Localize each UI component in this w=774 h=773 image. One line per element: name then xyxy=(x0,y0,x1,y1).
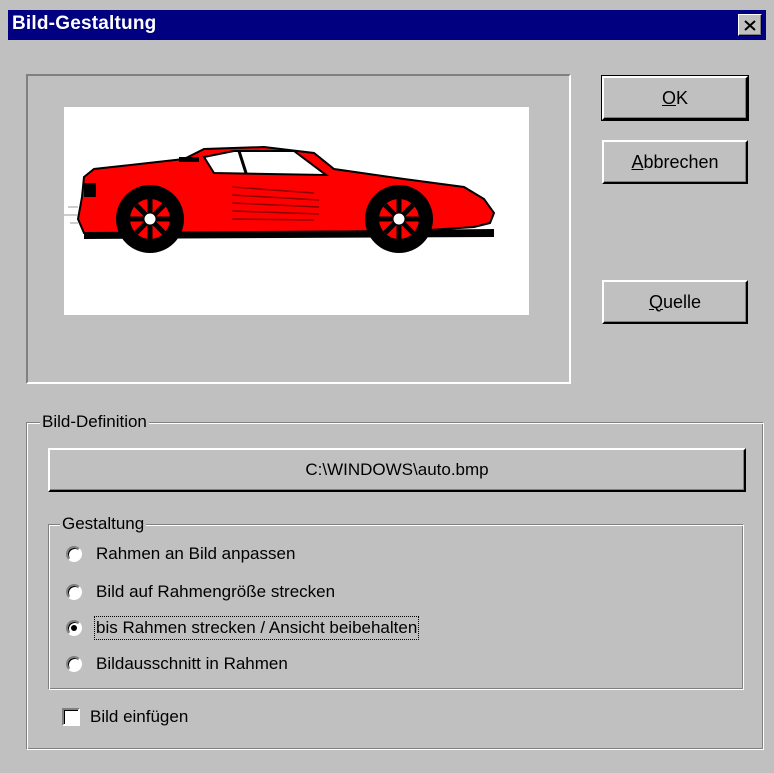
source-button[interactable]: Quelle xyxy=(602,280,748,324)
radio-option-fit-frame[interactable]: Rahmen an Bild anpassen xyxy=(66,541,295,567)
insert-image-label: Bild einfügen xyxy=(90,707,189,726)
radio-option-stretch[interactable]: Bild auf Rahmengröße strecken xyxy=(66,579,335,605)
radio-label: Rahmen an Bild anpassen xyxy=(96,544,296,563)
radio-button[interactable] xyxy=(66,656,82,672)
file-path-button[interactable]: C:\WINDOWS\auto.bmp xyxy=(48,448,746,492)
cancel-mnemonic: A xyxy=(631,151,644,172)
ok-button[interactable]: OK xyxy=(601,75,749,121)
radio-button[interactable] xyxy=(66,546,82,562)
ok-mnemonic: O xyxy=(661,87,676,108)
cancel-label-rest: bbrechen xyxy=(643,151,719,172)
red-sports-car-image xyxy=(64,145,496,253)
close-icon xyxy=(744,19,756,31)
ok-label-rest: K xyxy=(676,87,689,108)
radio-label: Bild auf Rahmengröße strecken xyxy=(96,582,336,601)
radio-selected-dot xyxy=(71,625,77,631)
insert-image-checkbox[interactable] xyxy=(62,708,80,726)
close-button[interactable] xyxy=(738,14,762,36)
radio-button[interactable] xyxy=(66,584,82,600)
cancel-button[interactable]: Abbrechen xyxy=(602,140,748,184)
radio-label: Bildausschnitt in Rahmen xyxy=(96,654,288,673)
window-title: Bild-Gestaltung xyxy=(12,13,157,34)
radio-option-keep-aspect[interactable]: bis Rahmen strecken / Ansicht beibehalte… xyxy=(66,615,420,641)
radio-button[interactable] xyxy=(66,620,82,636)
layout-legend: Gestaltung xyxy=(60,514,147,534)
radio-label: bis Rahmen strecken / Ansicht beibehalte… xyxy=(93,616,420,640)
preview-image xyxy=(64,107,529,315)
definition-legend: Bild-Definition xyxy=(40,412,149,432)
title-bar[interactable]: Bild-Gestaltung xyxy=(8,10,766,40)
dialog-window: Bild-Gestaltung O K A bbrechen Q uelle B… xyxy=(0,0,774,773)
source-label-rest: uelle xyxy=(662,291,702,312)
radio-option-crop[interactable]: Bildausschnitt in Rahmen xyxy=(66,651,288,677)
insert-image-checkbox-row[interactable]: Bild einfügen xyxy=(62,704,188,730)
source-mnemonic: Q xyxy=(648,291,663,312)
